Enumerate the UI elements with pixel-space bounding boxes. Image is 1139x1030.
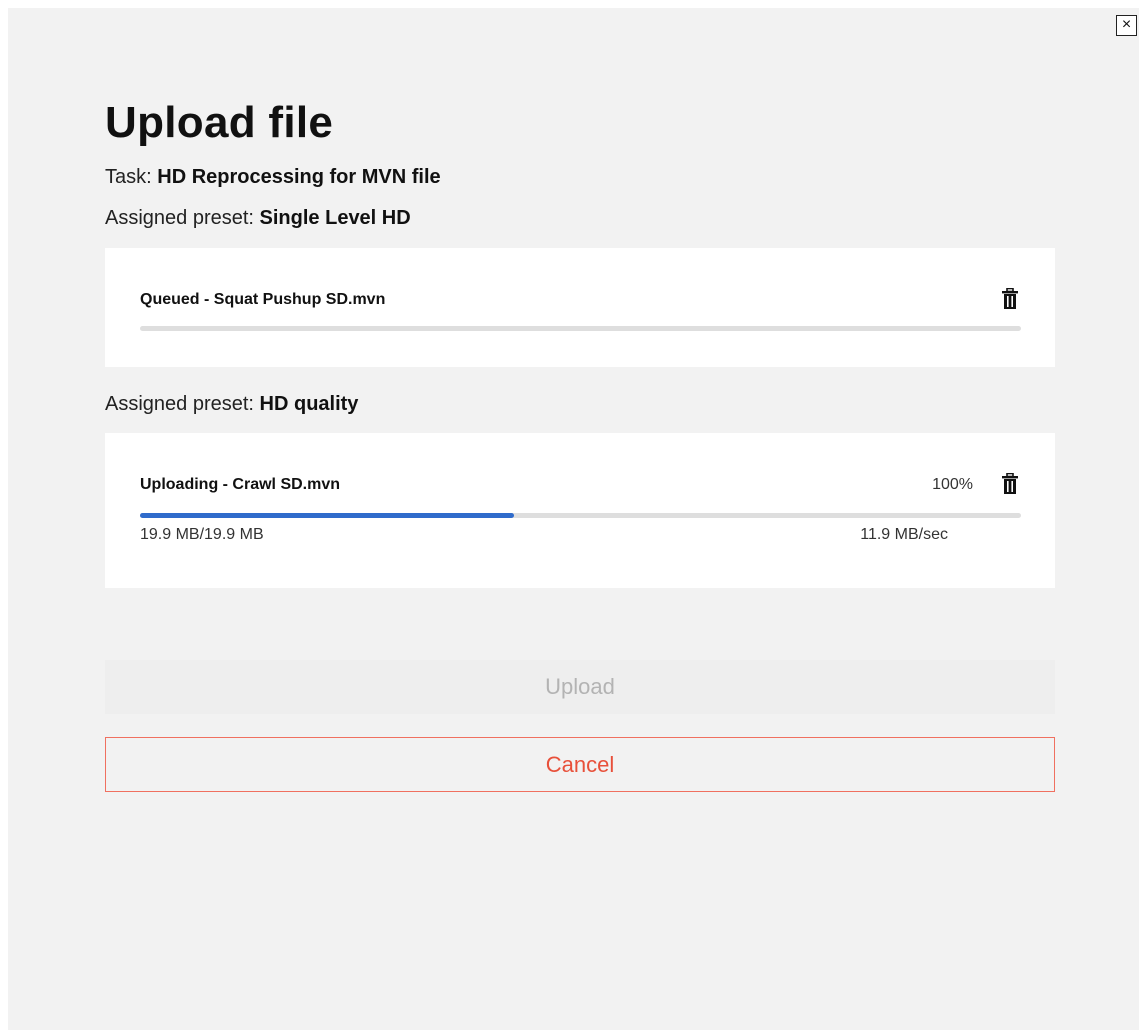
upload-speed: 11.9 MB/sec — [860, 526, 948, 543]
preset-line-2: Assigned preset: HD quality — [105, 393, 358, 416]
cancel-button[interactable]: Cancel — [105, 737, 1055, 792]
task-value: HD Reprocessing for MVN file — [157, 166, 441, 188]
page-title: Upload file — [105, 98, 334, 147]
progress-track — [140, 326, 1021, 331]
trash-icon[interactable] — [1001, 473, 1019, 495]
task-line: Task: HD Reprocessing for MVN file — [105, 166, 441, 189]
file-status-title: Queued - Squat Pushup SD.mvn — [140, 291, 386, 308]
progress-track — [140, 513, 1021, 518]
preset-line-1: Assigned preset: Single Level HD — [105, 207, 411, 230]
upload-size: 19.9 MB/19.9 MB — [140, 526, 264, 543]
file-card-uploading: Uploading - Crawl SD.mvn 100% 19.9 MB/19… — [105, 433, 1055, 588]
upload-percent: 100% — [932, 476, 973, 493]
progress-fill — [140, 513, 514, 518]
preset-label: Assigned preset: — [105, 207, 260, 229]
close-button[interactable]: × — [1116, 15, 1137, 36]
task-label: Task: — [105, 166, 158, 188]
preset-value: Single Level HD — [259, 207, 411, 229]
upload-button[interactable]: Upload — [105, 660, 1055, 714]
close-icon: × — [1121, 16, 1132, 33]
trash-icon[interactable] — [1001, 288, 1019, 310]
file-status-title: Uploading - Crawl SD.mvn — [140, 476, 341, 493]
file-card-queued: Queued - Squat Pushup SD.mvn — [105, 248, 1055, 367]
preset-label: Assigned preset: — [105, 393, 260, 415]
preset-value: HD quality — [259, 393, 359, 415]
